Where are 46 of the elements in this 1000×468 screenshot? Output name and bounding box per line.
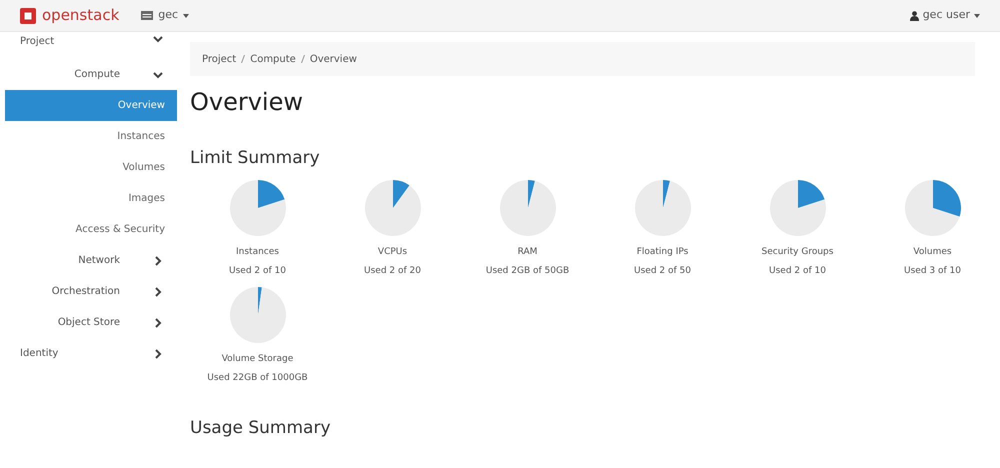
project-icon xyxy=(141,11,154,20)
logo-icon xyxy=(20,8,36,24)
sidebar-group[interactable]: Network xyxy=(0,245,177,276)
limit-name: Floating IPs xyxy=(636,246,688,258)
limit-name: RAM xyxy=(518,246,538,258)
sidebar-item[interactable]: Access & Security xyxy=(0,214,177,245)
sidebar-group[interactable]: Compute xyxy=(0,59,177,90)
caret-icon xyxy=(974,14,980,18)
chevron-right-icon xyxy=(153,286,163,296)
limit-name: Volumes xyxy=(913,246,952,258)
limit-name: Volume Storage xyxy=(222,352,294,366)
sidebar-item[interactable]: Instances xyxy=(0,121,177,152)
brand-name: openstack xyxy=(42,5,120,26)
chevron-down-icon xyxy=(153,70,163,80)
chevron-right-icon xyxy=(153,256,163,266)
limit-usage: Used 3 of 10 xyxy=(904,265,961,278)
sidebar-section[interactable]: Identity xyxy=(0,338,177,369)
sidebar-group[interactable]: Orchestration xyxy=(0,276,177,307)
breadcrumb-separator-icon xyxy=(300,55,305,63)
breadcrumb-link[interactable]: Project xyxy=(202,52,236,66)
limit-name: Security Groups xyxy=(762,246,834,258)
user-dropdown[interactable]: gec user xyxy=(910,7,980,24)
chevron-right-icon xyxy=(153,318,163,328)
sidebar-section[interactable]: Project xyxy=(0,34,177,59)
section-heading: Limit Summary xyxy=(190,147,321,170)
limit-usage: Used 22GB of 1000GB xyxy=(207,372,308,385)
sidebar-item[interactable]: Images xyxy=(0,183,177,214)
chevron-right-icon xyxy=(153,348,163,358)
breadcrumb-separator-icon xyxy=(241,55,246,63)
sidebar-item[interactable]: Overview xyxy=(5,90,177,121)
section-heading: Usage Summary xyxy=(190,416,332,440)
user-icon xyxy=(910,10,919,20)
sidebar-item[interactable]: Volumes xyxy=(0,152,177,183)
limit-name: Instances xyxy=(236,246,279,258)
limit-usage: Used 2 of 10 xyxy=(769,265,826,278)
breadcrumb-link[interactable]: Compute xyxy=(250,52,296,66)
limit-usage: Used 2 of 20 xyxy=(364,265,421,278)
limit-usage: Used 2GB of 50GB xyxy=(486,265,570,278)
limit-usage: Used 2 of 50 xyxy=(634,265,691,278)
limit-usage: Used 2 of 10 xyxy=(229,265,286,278)
sidebar-group[interactable]: Object Store xyxy=(0,307,177,338)
chevron-down-icon xyxy=(153,34,163,44)
page-title: Overview xyxy=(190,87,304,118)
caret-icon xyxy=(183,14,190,18)
limit-name: VCPUs xyxy=(378,246,408,258)
project-dropdown[interactable]: gec xyxy=(141,7,190,24)
